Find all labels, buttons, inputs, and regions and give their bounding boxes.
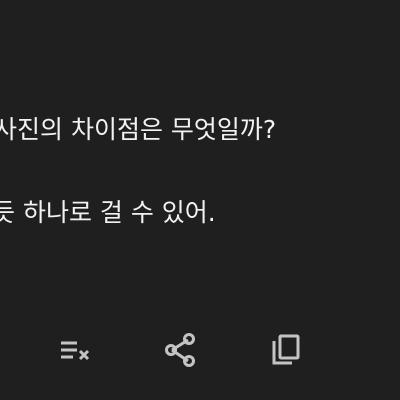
message-action-toolbar — [0, 322, 400, 378]
playlist-remove-icon — [61, 341, 90, 361]
screen: 사진의 차이점은 무엇일까? 듯 하나로 걸 수 있어. — [0, 0, 400, 400]
message-text-line-2: 듯 하나로 걸 수 있어. — [0, 198, 216, 227]
copy-button[interactable] — [258, 322, 314, 378]
share-icon — [165, 333, 195, 367]
share-button[interactable] — [152, 322, 208, 378]
dismiss-button[interactable] — [47, 322, 103, 378]
message-text-line-1: 사진의 차이점은 무엇일까? — [0, 115, 277, 144]
copy-icon — [272, 334, 300, 365]
